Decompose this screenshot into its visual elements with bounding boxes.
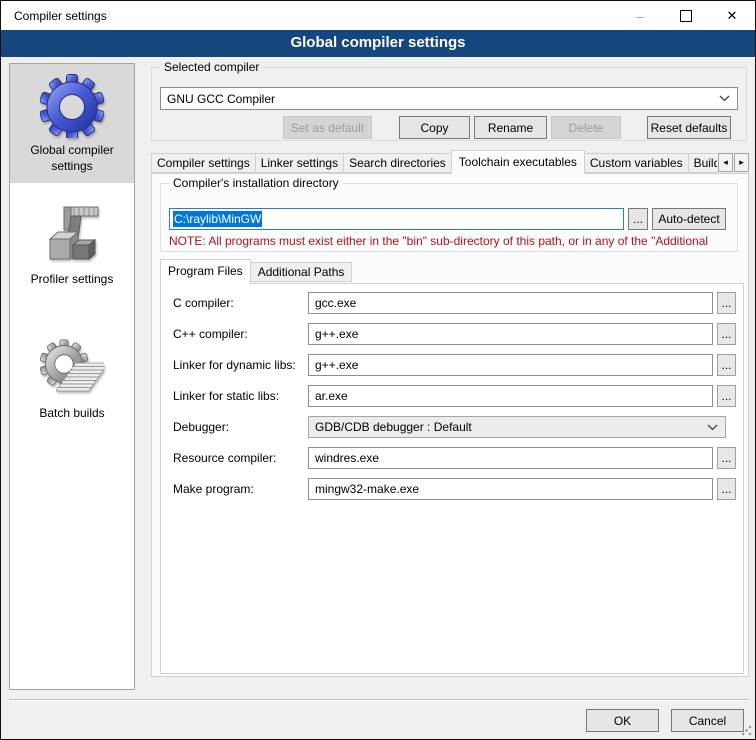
tab-build-options[interactable]: Build options xyxy=(688,153,717,173)
installation-directory-input[interactable]: C:\raylib\MinGW xyxy=(169,208,624,230)
compiler-actions: Set as default Copy Rename Delete Reset … xyxy=(160,116,738,139)
table-row: Debugger: GDB/CDB debugger : Default xyxy=(161,416,743,438)
table-row: C compiler: gcc.exe ... xyxy=(161,292,743,314)
tab-search-directories[interactable]: Search directories xyxy=(343,153,452,173)
table-row: Linker for static libs: ar.exe ... xyxy=(161,385,743,407)
compiler-settings-dialog: Compiler settings – ✕ Global compiler se… xyxy=(0,0,756,740)
cpp-compiler-label: C++ compiler: xyxy=(173,327,248,341)
linker-static-input[interactable]: ar.exe xyxy=(308,385,713,407)
caliper-icon xyxy=(40,203,104,267)
window-controls: – ✕ xyxy=(617,1,755,30)
settings-tabstrip: Compiler settings Linker settings Search… xyxy=(151,150,749,174)
table-row: Resource compiler: windres.exe ... xyxy=(161,447,743,469)
resize-grip[interactable] xyxy=(741,725,752,736)
resource-compiler-label: Resource compiler: xyxy=(173,451,276,465)
tab-compiler-settings[interactable]: Compiler settings xyxy=(151,153,256,173)
make-program-browse-button[interactable]: ... xyxy=(717,478,736,500)
minimize-icon[interactable]: – xyxy=(617,1,663,30)
sidebar-item-label: Batch builds xyxy=(39,406,104,422)
c-compiler-label: C compiler: xyxy=(173,296,234,310)
resource-compiler-input[interactable]: windres.exe xyxy=(308,447,713,469)
program-files-panel: C compiler: gcc.exe ... C++ compiler: g+… xyxy=(160,283,744,674)
selected-path-text: C:\raylib\MinGW xyxy=(173,211,262,227)
browse-directory-button[interactable]: ... xyxy=(628,208,648,230)
subtab-additional-paths[interactable]: Additional Paths xyxy=(250,262,353,282)
make-program-label: Make program: xyxy=(173,482,254,496)
window-title: Compiler settings xyxy=(1,9,107,23)
tab-toolchain-executables[interactable]: Toolchain executables xyxy=(451,150,585,174)
copy-button[interactable]: Copy xyxy=(399,116,470,139)
group-legend: Selected compiler xyxy=(160,60,263,74)
debugger-label: Debugger: xyxy=(173,420,229,434)
cancel-button[interactable]: Cancel xyxy=(671,709,744,732)
footer-divider xyxy=(9,699,749,701)
tab-custom-variables[interactable]: Custom variables xyxy=(584,153,689,173)
sidebar-item-global-compiler-settings[interactable]: Global compiler settings xyxy=(10,64,134,183)
program-files-subtabs: Program Files Additional Paths xyxy=(160,258,351,284)
delete-button[interactable]: Delete xyxy=(551,116,621,139)
c-compiler-input[interactable]: gcc.exe xyxy=(308,292,713,314)
toolchain-executables-page: Compiler's installation directory C:\ray… xyxy=(151,173,749,677)
chevron-down-icon xyxy=(707,424,725,431)
rename-button[interactable]: Rename xyxy=(474,116,547,139)
settings-sidebar: Global compiler settings Profiler set xyxy=(9,63,135,690)
linker-dynamic-browse-button[interactable]: ... xyxy=(717,354,736,376)
table-row: Make program: mingw32-make.exe ... xyxy=(161,478,743,500)
subtab-program-files[interactable]: Program Files xyxy=(160,259,251,284)
maximize-icon[interactable] xyxy=(663,1,709,30)
c-compiler-browse-button[interactable]: ... xyxy=(717,292,736,314)
titlebar[interactable]: Compiler settings – ✕ xyxy=(1,1,755,30)
gray-gear-stack-icon xyxy=(40,337,104,401)
tab-scroll-buttons: ◂ ▸ xyxy=(717,153,749,172)
tabs-scroll-area: Compiler settings Linker settings Search… xyxy=(151,150,717,174)
tab-linker-settings[interactable]: Linker settings xyxy=(255,153,344,173)
sidebar-item-profiler-settings[interactable]: Profiler settings xyxy=(10,193,134,297)
reset-defaults-button[interactable]: Reset defaults xyxy=(647,116,731,139)
compiler-select[interactable]: GNU GCC Compiler xyxy=(160,87,738,110)
linker-dynamic-input[interactable]: g++.exe xyxy=(308,354,713,376)
make-program-input[interactable]: mingw32-make.exe xyxy=(308,478,713,500)
ok-button[interactable]: OK xyxy=(586,709,659,732)
installation-directory-group: Compiler's installation directory C:\ray… xyxy=(160,183,738,252)
tab-scroll-right-icon[interactable]: ▸ xyxy=(734,153,749,172)
table-row: Linker for dynamic libs: g++.exe ... xyxy=(161,354,743,376)
set-as-default-button[interactable]: Set as default xyxy=(283,116,372,139)
sidebar-item-label: Global compiler settings xyxy=(13,143,131,174)
chevron-down-icon xyxy=(719,95,737,102)
linker-static-label: Linker for static libs: xyxy=(173,389,279,403)
auto-detect-button[interactable]: Auto-detect xyxy=(652,208,726,230)
sidebar-item-batch-builds[interactable]: Batch builds xyxy=(10,327,134,431)
close-icon[interactable]: ✕ xyxy=(709,1,755,30)
linker-dynamic-label: Linker for dynamic libs: xyxy=(173,358,296,372)
resource-compiler-browse-button[interactable]: ... xyxy=(717,447,736,469)
group-legend: Compiler's installation directory xyxy=(169,176,343,190)
sidebar-item-label: Profiler settings xyxy=(31,272,114,288)
note-text: NOTE: All programs must exist either in … xyxy=(169,234,708,248)
compiler-select-value: GNU GCC Compiler xyxy=(167,92,275,106)
selected-compiler-group: Selected compiler GNU GCC Compiler Set a… xyxy=(151,67,747,141)
cpp-compiler-input[interactable]: g++.exe xyxy=(308,323,713,345)
cpp-compiler-browse-button[interactable]: ... xyxy=(717,323,736,345)
debugger-select[interactable]: GDB/CDB debugger : Default xyxy=(308,416,726,438)
tab-scroll-left-icon[interactable]: ◂ xyxy=(718,153,733,172)
linker-static-browse-button[interactable]: ... xyxy=(717,385,736,407)
table-row: C++ compiler: g++.exe ... xyxy=(161,323,743,345)
blue-gear-icon xyxy=(40,74,104,138)
page-title: Global compiler settings xyxy=(1,30,755,57)
